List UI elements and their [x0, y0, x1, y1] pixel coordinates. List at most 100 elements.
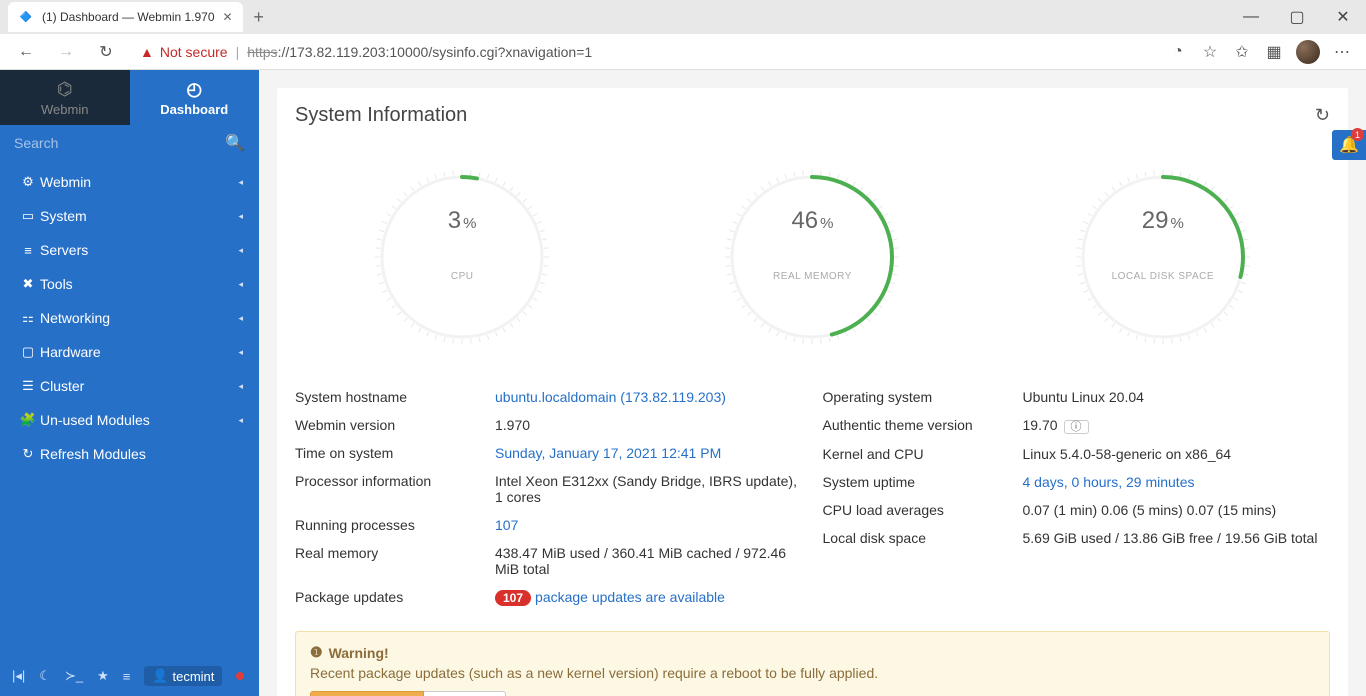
- info-label: Local disk space: [823, 530, 1023, 546]
- theme-info-button[interactable]: ⓘ: [1064, 420, 1089, 434]
- info-label: Kernel and CPU: [823, 446, 1023, 462]
- sidebar-tab-webmin[interactable]: ⌬ Webmin: [0, 70, 130, 125]
- menu-item-label: Webmin: [40, 174, 238, 190]
- sidebar-item-networking[interactable]: ⚏ Networking ◂: [0, 301, 259, 335]
- info-value[interactable]: 107: [495, 517, 518, 533]
- back-button[interactable]: ←: [10, 36, 42, 68]
- gauge-local-disk-space: 29% LOCAL DISK SPACE: [1013, 157, 1313, 357]
- info-value[interactable]: package updates are available: [535, 589, 725, 605]
- info-value: Intel Xeon E312xx (Sandy Bridge, IBRS up…: [495, 473, 797, 505]
- info-row: System uptime 4 days, 0 hours, 29 minute…: [823, 468, 1331, 496]
- menu-item-label: System: [40, 208, 238, 224]
- search-input[interactable]: [14, 135, 225, 151]
- user-chip[interactable]: 👤 tecmint: [144, 666, 222, 686]
- chevron-left-icon: ◂: [238, 381, 243, 392]
- info-row: System hostname ubuntu.localdomain (173.…: [295, 383, 803, 411]
- window-controls: — ▢ ✕: [1228, 2, 1366, 32]
- menu-item-label: Cluster: [40, 378, 238, 394]
- sidebar-search: 🔍: [0, 125, 259, 161]
- card-header: System Information ↻: [277, 88, 1348, 137]
- gauge-percent: 46%: [791, 207, 833, 235]
- tab-title: (1) Dashboard — Webmin 1.970: [42, 10, 215, 24]
- sidebar: ⌬ Webmin ◴ Dashboard 🔍 ⚙ Webmin ◂▭ Syste…: [0, 70, 259, 696]
- info-value: 19.70: [1023, 417, 1058, 433]
- favorite-outline-icon[interactable]: ☆: [1200, 42, 1220, 62]
- sidebar-item-hardware[interactable]: ▢ Hardware ◂: [0, 335, 259, 369]
- info-value: 438.47 MiB used / 360.41 MiB cached / 97…: [495, 545, 786, 577]
- profile-avatar[interactable]: [1296, 40, 1320, 64]
- menu-item-icon: 🧩: [16, 412, 40, 428]
- toolbar-icons: ◔ ☆ ✩ ▦ ⋯: [1168, 40, 1352, 64]
- collections-icon[interactable]: ▦: [1264, 42, 1284, 62]
- info-row: Real memory 438.47 MiB used / 360.41 MiB…: [295, 539, 803, 583]
- info-row: Time on system Sunday, January 17, 2021 …: [295, 439, 803, 467]
- info-row: Running processes 107: [295, 511, 803, 539]
- not-secure-indicator[interactable]: ▲ Not secure: [140, 44, 228, 60]
- info-value[interactable]: ubuntu.localdomain (173.82.119.203): [495, 389, 726, 405]
- sidebar-item-cluster[interactable]: ☰ Cluster ◂: [0, 369, 259, 403]
- chevron-left-icon: ◂: [238, 279, 243, 290]
- sidebar-menu: ⚙ Webmin ◂▭ System ◂≡ Servers ◂✖ Tools ◂…: [0, 161, 259, 656]
- tab-bar: 🔷 (1) Dashboard — Webmin 1.970 ✕ + — ▢ ✕: [0, 0, 1366, 34]
- info-label: Real memory: [295, 545, 495, 577]
- notification-badge[interactable]: 🔔 1: [1332, 130, 1366, 160]
- sidebar-bottom: |◂| ☾ ≻_ ★ ≡ 👤 tecmint: [0, 656, 259, 696]
- menu-item-label: Tools: [40, 276, 238, 292]
- sidebar-item-refresh-modules[interactable]: ↻ Refresh Modules: [0, 437, 259, 471]
- warning-title: ❶ Warning!: [310, 644, 1315, 661]
- sidebar-item-system[interactable]: ▭ System ◂: [0, 199, 259, 233]
- sidebar-item-un-used-modules[interactable]: 🧩 Un-used Modules ◂: [0, 403, 259, 437]
- reload-button[interactable]: ↻: [90, 36, 122, 68]
- sidebar-tab-dashboard[interactable]: ◴ Dashboard: [130, 70, 260, 125]
- info-value: Ubuntu Linux 20.04: [1023, 389, 1144, 405]
- menu-item-label: Servers: [40, 242, 238, 258]
- reboot-now-button[interactable]: ↻ Reboot Now: [310, 691, 424, 696]
- browser-tab[interactable]: 🔷 (1) Dashboard — Webmin 1.970 ✕: [8, 2, 243, 32]
- status-dot[interactable]: [236, 672, 244, 680]
- night-mode-icon[interactable]: ☾: [39, 668, 51, 684]
- tracking-icon[interactable]: ◔: [1168, 42, 1188, 62]
- favorites-icon[interactable]: ✩: [1232, 42, 1252, 62]
- search-icon[interactable]: 🔍: [225, 133, 245, 153]
- info-label: Time on system: [295, 445, 495, 461]
- gauge-icon: ◴: [186, 79, 202, 100]
- chevron-left-icon: ◂: [238, 415, 243, 426]
- chevron-left-icon: ◂: [238, 245, 243, 256]
- gauge-percent: 3%: [448, 207, 477, 235]
- new-tab-button[interactable]: +: [243, 2, 275, 32]
- menu-item-icon: ⚙: [16, 174, 40, 190]
- star-icon[interactable]: ★: [97, 668, 109, 684]
- minimize-button[interactable]: —: [1228, 2, 1274, 32]
- user-icon: 👤: [152, 668, 168, 684]
- info-value: 1.970: [495, 417, 530, 433]
- close-window-button[interactable]: ✕: [1320, 2, 1366, 32]
- terminal-icon[interactable]: ≻_: [65, 668, 83, 684]
- settings-icon[interactable]: ≡: [123, 669, 131, 684]
- info-value[interactable]: 4 days, 0 hours, 29 minutes: [1023, 474, 1195, 490]
- hide-alert-button[interactable]: Hide Alert: [424, 691, 505, 696]
- sidebar-item-tools[interactable]: ✖ Tools ◂: [0, 267, 259, 301]
- info-label: System hostname: [295, 389, 495, 405]
- info-row: Authentic theme version 19.70ⓘ: [823, 411, 1331, 440]
- gauge-label: REAL MEMORY: [773, 271, 852, 282]
- collapse-icon[interactable]: |◂|: [12, 668, 25, 684]
- close-tab-icon[interactable]: ✕: [223, 10, 233, 24]
- maximize-button[interactable]: ▢: [1274, 2, 1320, 32]
- info-value[interactable]: Sunday, January 17, 2021 12:41 PM: [495, 445, 721, 461]
- url: https://173.82.119.203:10000/sysinfo.cgi…: [247, 44, 592, 60]
- sidebar-item-servers[interactable]: ≡ Servers ◂: [0, 233, 259, 267]
- menu-item-label: Un-used Modules: [40, 412, 238, 428]
- info-label: CPU load averages: [823, 502, 1023, 518]
- sidebar-item-webmin[interactable]: ⚙ Webmin ◂: [0, 165, 259, 199]
- address-bar[interactable]: ▲ Not secure | https://173.82.119.203:10…: [130, 37, 1160, 67]
- info-label: Package updates: [295, 589, 495, 605]
- info-value: Linux 5.4.0-58-generic on x86_64: [1023, 446, 1232, 462]
- gauge-cpu: 3% CPU: [312, 157, 612, 357]
- refresh-button[interactable]: ↻: [1315, 105, 1330, 126]
- info-label: System uptime: [823, 474, 1023, 490]
- info-grid: System hostname ubuntu.localdomain (173.…: [277, 367, 1348, 619]
- warning-actions: ↻ Reboot Now Hide Alert: [310, 691, 1315, 696]
- menu-icon[interactable]: ⋯: [1332, 42, 1352, 62]
- chevron-left-icon: ◂: [238, 347, 243, 358]
- info-row: CPU load averages 0.07 (1 min) 0.06 (5 m…: [823, 496, 1331, 524]
